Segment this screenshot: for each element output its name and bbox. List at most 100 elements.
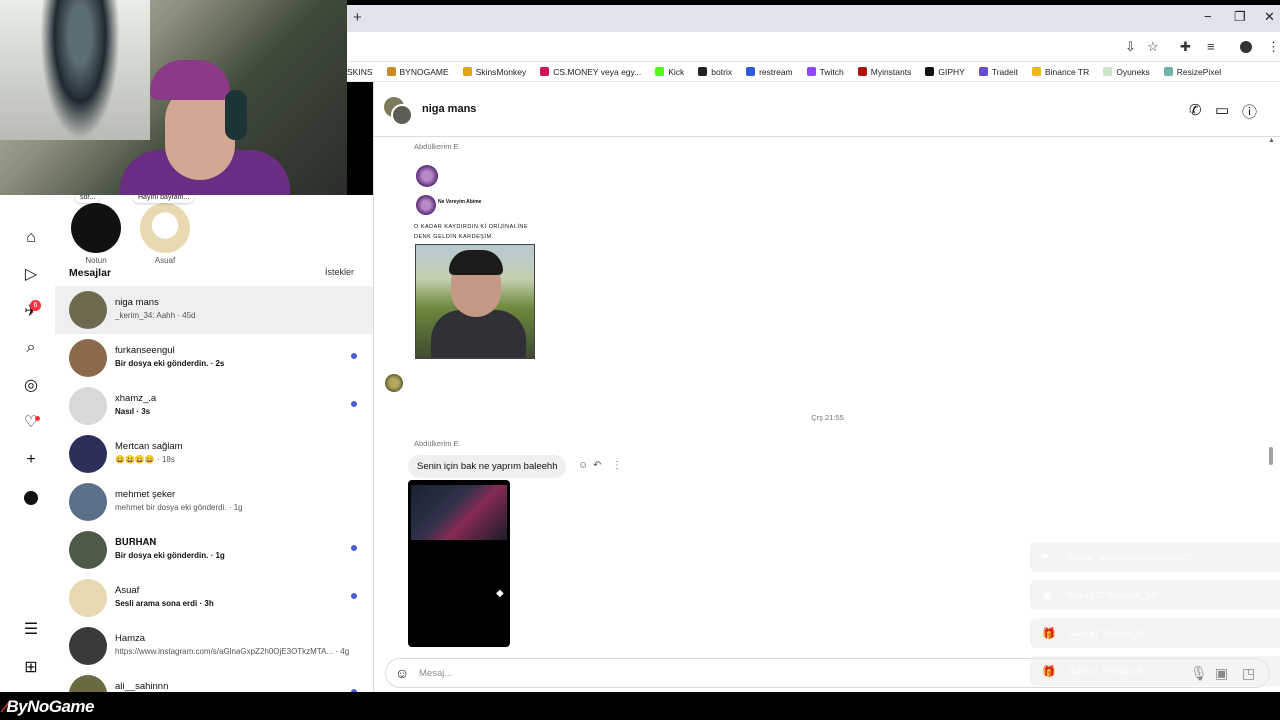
conversation-preview: 😀😀😀😀 · 18s [115,455,175,464]
bookmark-label: GIPHY [938,66,965,77]
more-menu-icon[interactable]: ☰ [21,619,41,639]
conversation-item[interactable]: furkanseengul Bir dosya eki gönderdin. · … [55,334,373,382]
apps-icon[interactable]: ⊞ [21,657,41,677]
conversation-item[interactable]: Asuaf Sesli arama sona erdi · 3h [55,574,373,622]
bookmark-favicon-icon [925,67,935,76]
conversation-name: Asuaf [115,585,140,596]
avatar[interactable] [391,104,413,126]
bookmark-item[interactable]: botrix [698,67,732,77]
chat-header: niga mans ✆ ▭ ⓘ [374,82,1280,137]
browser-tab-bar: + − ❐ ✕ [347,5,1280,32]
install-app-icon[interactable]: ⇩ [1125,39,1136,55]
unread-dot [351,545,357,551]
bookmark-label: Twitch [819,66,844,77]
close-window-button[interactable]: ✕ [1264,9,1275,25]
bookmark-label: CS.MONEY veya egy... [553,66,642,77]
note-name: Asuaf [154,256,176,265]
heart-icon: ♥ [1042,551,1049,563]
conversation-preview: _kerim_34: Aahh · 45d [115,311,196,320]
conversation-preview: Nasıl · 3s [115,407,151,416]
bookmark-label: ResizePixel [1176,66,1222,77]
reels-icon[interactable]: ▷ [21,264,41,284]
bookmark-favicon-icon [857,67,867,76]
bookmark-label: SKINS [347,66,373,77]
bookmark-label: restream [759,66,793,77]
bookmark-item[interactable]: ResizePixel [1163,66,1222,77]
note-item[interactable]: Notun [71,203,121,265]
bookmark-item[interactable]: SKINS [347,67,373,77]
conversation-preview: https://www.instagram.com/s/aGlnaGxpZ2h0… [115,647,350,656]
conversation-preview: mehmet bir dosya eki gönderdi. · 1g [115,503,243,512]
shared-video[interactable]: ◆ [408,480,510,647]
more-options-icon[interactable]: ⋮ [612,460,622,471]
reply-icon[interactable]: ↶ [593,460,601,471]
requests-link[interactable]: İstekler [325,267,354,277]
extensions-icon[interactable]: ✚ [1180,39,1191,55]
bookmark-item[interactable]: SkinsMonkey [462,67,526,77]
conversation-name: Hamza [115,633,146,644]
conversation-name: furkanseengul [115,345,175,356]
message-input[interactable]: Mesaj... [419,668,452,679]
bookmark-item[interactable]: CS.MONEY veya egy... [540,67,641,77]
bookmark-item[interactable]: Tradeit [978,66,1018,77]
unread-dot [351,401,357,407]
headset [225,90,247,140]
conversation-item[interactable]: Mertcan sağlam 😀😀😀😀 · 18s [55,430,373,478]
notifications-icon[interactable]: ♡ [21,412,41,432]
phone-icon[interactable]: ✆ [1189,101,1202,119]
explore-icon[interactable]: ◎ [21,375,41,395]
alert-text: Subs x1 "Pamido_R" [1068,666,1147,676]
bookmark-item[interactable]: Myinstants [857,67,911,77]
gift-icon: 🎁 [1042,628,1056,640]
conversation-item[interactable]: niga mans _kerim_34: Aahh · 45d [55,286,373,334]
create-icon[interactable]: + [21,450,41,470]
shared-post-image[interactable] [415,244,535,359]
sender-name: Abdülkerim E. [414,439,461,448]
bookmark-item[interactable]: restream [746,67,793,77]
video-call-icon[interactable]: ▭ [1215,101,1229,119]
scroll-up-icon[interactable]: ▲ [1268,137,1275,144]
emoji-icon[interactable]: ☺ [395,665,409,681]
bookmark-star-icon[interactable]: ☆ [1147,39,1159,55]
conversation-item[interactable]: Hamza https://www.instagram.com/s/aGlnaGx… [55,622,373,670]
scrollbar[interactable] [1269,447,1273,465]
conversation-item[interactable]: xhamz_.a Nasıl · 3s [55,382,373,430]
conversation-item[interactable]: mehmet şeker mehmet bir dosya eki gönderd… [55,478,373,526]
message-bubble[interactable]: Senin için bak ne yaprım baleehh [408,455,567,478]
notes-row: Notun sor... Asuaf Hayırlı bayram... [55,192,373,265]
bookmark-label: botrix [711,66,733,77]
info-icon[interactable]: ⓘ [1242,101,1257,122]
bookmark-item[interactable]: BYNOGAME [386,67,449,77]
minimize-button[interactable]: − [1204,9,1212,24]
restore-button[interactable]: ❐ [1234,9,1246,25]
stream-bottom-bar: ⁄ByNoGame [0,692,1280,720]
alert-text: Follow "enesbaturpumosakso31" [1068,552,1192,562]
conversation-name: xhamz_.a [115,393,157,404]
media-icon[interactable]: ≡ [1207,39,1215,54]
address-bar[interactable]: ⇩ ☆ ✚ ≡ ⋮ [347,32,1280,62]
bookmark-favicon-icon [1163,67,1173,76]
bookmark-item[interactable]: Kick [655,67,684,77]
avatar [69,339,107,377]
new-tab-button[interactable]: + [353,9,362,26]
brand-logo: ⁄ByNoGame [4,697,94,717]
bookmark-item[interactable]: Binance TR [1031,67,1089,77]
bookmark-item[interactable]: Oyuneks [1103,67,1150,77]
bookmark-label: Tradeit [991,66,1018,77]
profile-avatar-icon[interactable] [21,488,41,508]
menu-icon[interactable]: ⋮ [1267,39,1280,55]
play-icon[interactable]: ◆ [496,588,504,599]
conversation-item[interactable]: 𝐁𝐔𝐑𝐇𝐀𝐍 Bir dosya eki gönderdin. · 1g [55,526,373,574]
react-icon[interactable]: ☺ [578,460,588,471]
avatar [69,579,107,617]
home-icon[interactable]: ⌂ [21,228,41,248]
conversation-name: mehmet şeker [115,489,176,500]
video-thumbnail [411,485,507,540]
profile-icon[interactable] [1240,41,1252,53]
bookmark-item[interactable]: Twitch [806,66,844,77]
bookmark-item[interactable]: GIPHY [925,66,965,77]
photo-body [431,310,526,358]
chat-title[interactable]: niga mans [422,103,476,115]
note-item[interactable]: Asuaf [140,203,190,265]
search-icon[interactable]: ⌕ [21,338,41,358]
